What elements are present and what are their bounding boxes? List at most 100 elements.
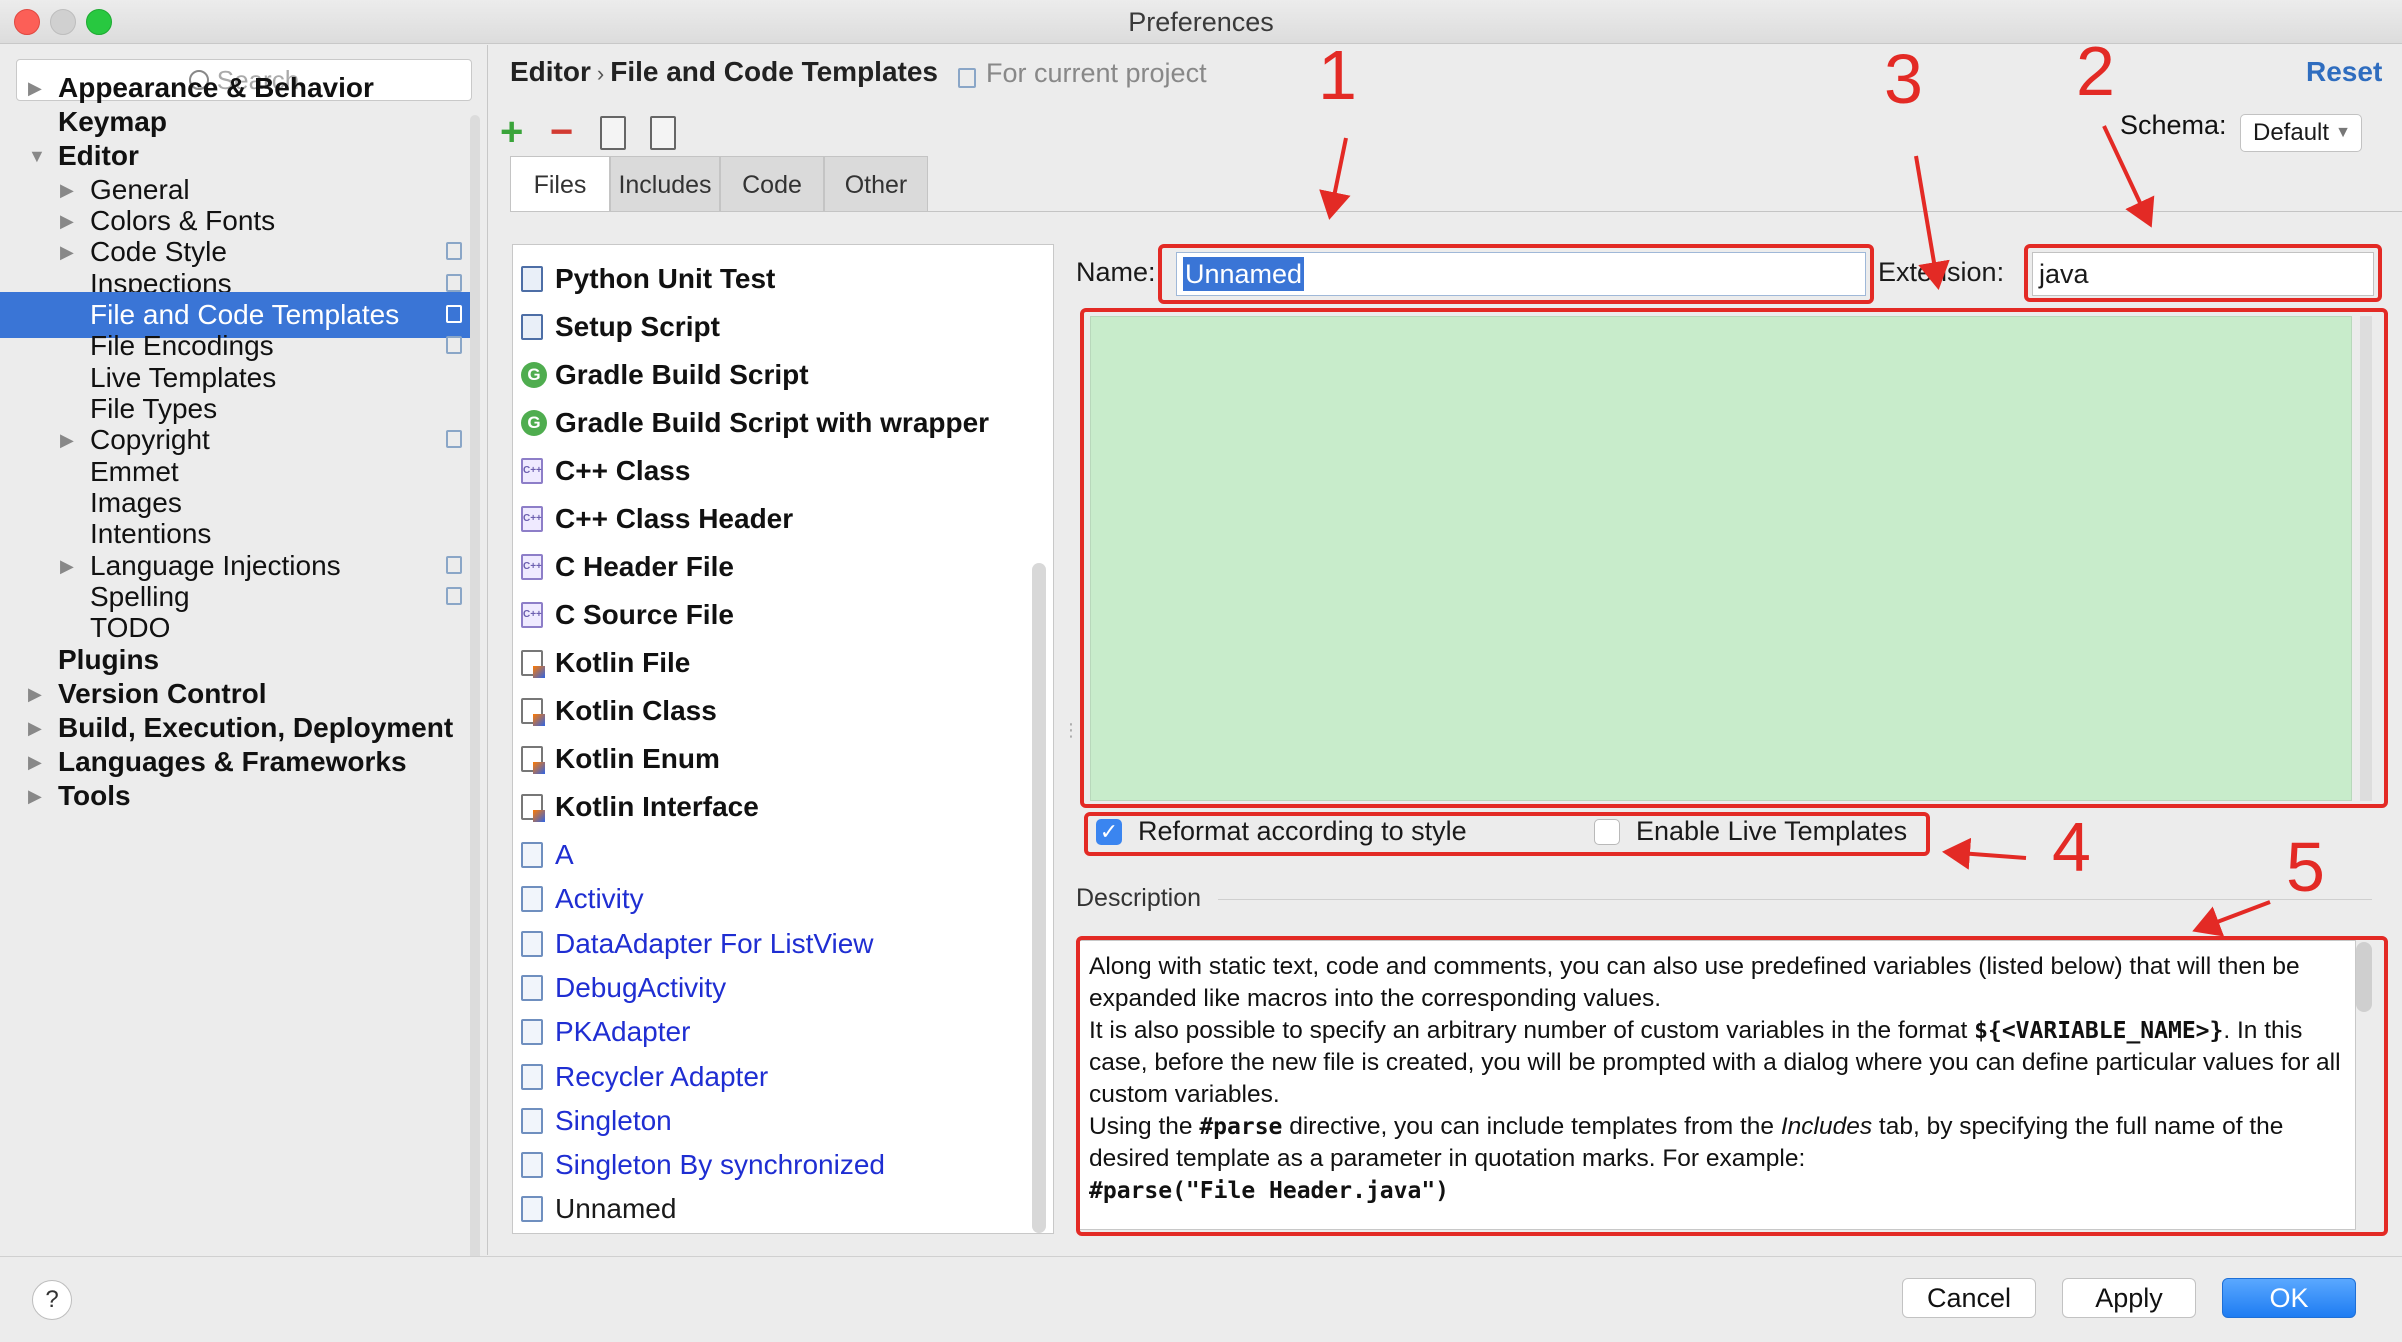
ok-button[interactable]: OK bbox=[2222, 1278, 2356, 1318]
template-item[interactable]: DataAdapter For ListView bbox=[513, 922, 1029, 966]
collapsed-arrow-icon[interactable]: ▶ bbox=[28, 773, 42, 819]
breadcrumb-separator: › bbox=[596, 61, 605, 86]
template-item-label: C++ Class bbox=[555, 455, 691, 486]
annotation-2: 2 bbox=[2076, 32, 2115, 110]
template-item[interactable]: C++ C++ Class bbox=[513, 449, 1029, 493]
cancel-button[interactable]: Cancel bbox=[1902, 1278, 2036, 1318]
tab-files[interactable]: Files bbox=[510, 156, 610, 212]
template-item[interactable]: Unnamed bbox=[513, 1187, 1029, 1231]
sidebar-item-tools[interactable]: ▶ Tools bbox=[0, 773, 470, 819]
template-item-label: Gradle Build Script with wrapper bbox=[555, 407, 990, 438]
apply-button[interactable]: Apply bbox=[2062, 1278, 2196, 1318]
template-item-label: Kotlin File bbox=[555, 647, 691, 678]
template-item[interactable]: G Gradle Build Script bbox=[513, 353, 1029, 397]
template-item-label: C Header File bbox=[555, 551, 734, 582]
template-item-label: C Source File bbox=[555, 599, 734, 630]
template-item-label: Setup Script bbox=[555, 311, 720, 342]
annotation-5: 5 bbox=[2286, 828, 2325, 906]
kotlin-file-icon bbox=[521, 746, 545, 774]
template-item[interactable]: Singleton bbox=[513, 1099, 1029, 1143]
project-scope-icon bbox=[446, 336, 462, 354]
template-file-icon bbox=[521, 1152, 543, 1179]
project-scope-icon bbox=[446, 430, 462, 448]
template-item[interactable]: Kotlin Enum bbox=[513, 737, 1029, 781]
project-scope-icon bbox=[446, 242, 462, 260]
template-item-label: DataAdapter For ListView bbox=[555, 927, 874, 959]
template-item[interactable]: Setup Script bbox=[513, 305, 1029, 349]
template-file-icon bbox=[521, 1019, 543, 1046]
template-item[interactable]: Kotlin File bbox=[513, 641, 1029, 685]
project-scope-icon bbox=[446, 274, 462, 292]
template-item[interactable]: PKAdapter bbox=[513, 1010, 1029, 1054]
schema-label: Schema: bbox=[2120, 110, 2227, 140]
template-item-label: Unnamed bbox=[555, 1193, 677, 1225]
tab-other[interactable]: Other bbox=[824, 156, 928, 212]
gradle-icon: G bbox=[521, 362, 547, 388]
template-item-label: A bbox=[555, 839, 574, 870]
arrow-1 bbox=[1319, 137, 1351, 220]
extension-label: Extension: bbox=[1878, 257, 2005, 287]
annotation-4: 4 bbox=[2052, 808, 2091, 886]
template-file-icon bbox=[521, 886, 543, 913]
window-title: Preferences bbox=[1128, 7, 1274, 37]
cpp-file-icon: C++ bbox=[521, 602, 543, 628]
remove-template-button[interactable]: − bbox=[550, 112, 573, 152]
settings-sidebar: Search ▶ Appearance & Behavior Keymap ▼ Edit… bbox=[0, 45, 488, 1265]
template-item[interactable]: Kotlin Class bbox=[513, 689, 1029, 733]
template-file-icon bbox=[521, 1196, 543, 1223]
help-button[interactable]: ? bbox=[32, 1280, 72, 1320]
breadcrumb: Editor › File and Code Templates bbox=[510, 56, 938, 88]
template-item[interactable]: C++ C++ Class Header bbox=[513, 497, 1029, 541]
scope-label: For current project bbox=[986, 58, 1207, 88]
annotation-3: 3 bbox=[1884, 40, 1923, 118]
annotation-box-options bbox=[1084, 812, 1930, 856]
template-item-label: Activity bbox=[555, 883, 644, 915]
chevron-down-icon: ▼ bbox=[2335, 124, 2351, 141]
project-scope-icon bbox=[446, 556, 462, 574]
gradle-icon: G bbox=[521, 410, 547, 436]
template-item-label: Python Unit Test bbox=[555, 263, 776, 294]
tab-includes[interactable]: Includes bbox=[610, 156, 720, 212]
cpp-file-icon: C++ bbox=[521, 458, 543, 484]
kotlin-file-icon bbox=[521, 698, 545, 726]
template-item[interactable]: C++ C Source File bbox=[513, 593, 1029, 637]
name-label: Name: bbox=[1076, 257, 1156, 287]
sidebar-scrollbar[interactable] bbox=[470, 115, 480, 1265]
annotation-1: 1 bbox=[1318, 36, 1357, 114]
template-item[interactable]: DebugActivity bbox=[513, 966, 1029, 1010]
tab-divider bbox=[510, 211, 2402, 212]
reset-template-icon[interactable] bbox=[650, 116, 676, 150]
template-item[interactable]: Python Unit Test bbox=[513, 257, 1029, 301]
splitter-handle[interactable]: ⋮ bbox=[1062, 720, 1080, 741]
template-list[interactable]: Python Unit Test Setup Script G Gradle Buil… bbox=[512, 244, 1054, 1234]
template-list-scrollbar[interactable] bbox=[1032, 563, 1046, 1233]
tab-code[interactable]: Code bbox=[720, 156, 824, 212]
template-item-label: Recycler Adapter bbox=[555, 1060, 769, 1092]
sidebar-item-label: Tools bbox=[58, 780, 131, 811]
reset-link[interactable]: Reset bbox=[2306, 56, 2382, 88]
template-item-label: Gradle Build Script bbox=[555, 359, 809, 390]
template-item[interactable]: Activity bbox=[513, 877, 1029, 921]
template-item[interactable]: A bbox=[513, 833, 1029, 877]
template-item[interactable]: C++ C Header File bbox=[513, 545, 1029, 589]
title-bar: Preferences bbox=[0, 0, 2402, 44]
annotation-box-description bbox=[1076, 936, 2388, 1236]
template-item-label: Kotlin Class bbox=[555, 695, 717, 726]
template-item[interactable]: Singleton By synchronized bbox=[513, 1143, 1029, 1187]
breadcrumb-parent[interactable]: Editor bbox=[510, 56, 591, 87]
template-file-icon bbox=[521, 842, 543, 868]
add-template-button[interactable]: + bbox=[500, 112, 523, 152]
schema-select[interactable]: Default ▼ bbox=[2240, 114, 2362, 152]
template-item-label: Singleton bbox=[555, 1104, 672, 1136]
template-item-label: PKAdapter bbox=[555, 1016, 691, 1048]
copy-template-icon[interactable] bbox=[600, 116, 626, 150]
template-item[interactable]: G Gradle Build Script with wrapper bbox=[513, 401, 1029, 445]
template-file-icon bbox=[521, 1107, 543, 1134]
annotation-box-extension bbox=[2024, 244, 2382, 302]
template-item-label: Singleton By synchronized bbox=[555, 1149, 885, 1181]
template-item[interactable]: Kotlin Interface bbox=[513, 785, 1029, 829]
cpp-file-icon: C++ bbox=[521, 506, 543, 532]
dialog-footer bbox=[0, 1256, 2402, 1342]
template-item[interactable]: Recycler Adapter bbox=[513, 1055, 1029, 1099]
description-divider bbox=[1218, 899, 2372, 900]
